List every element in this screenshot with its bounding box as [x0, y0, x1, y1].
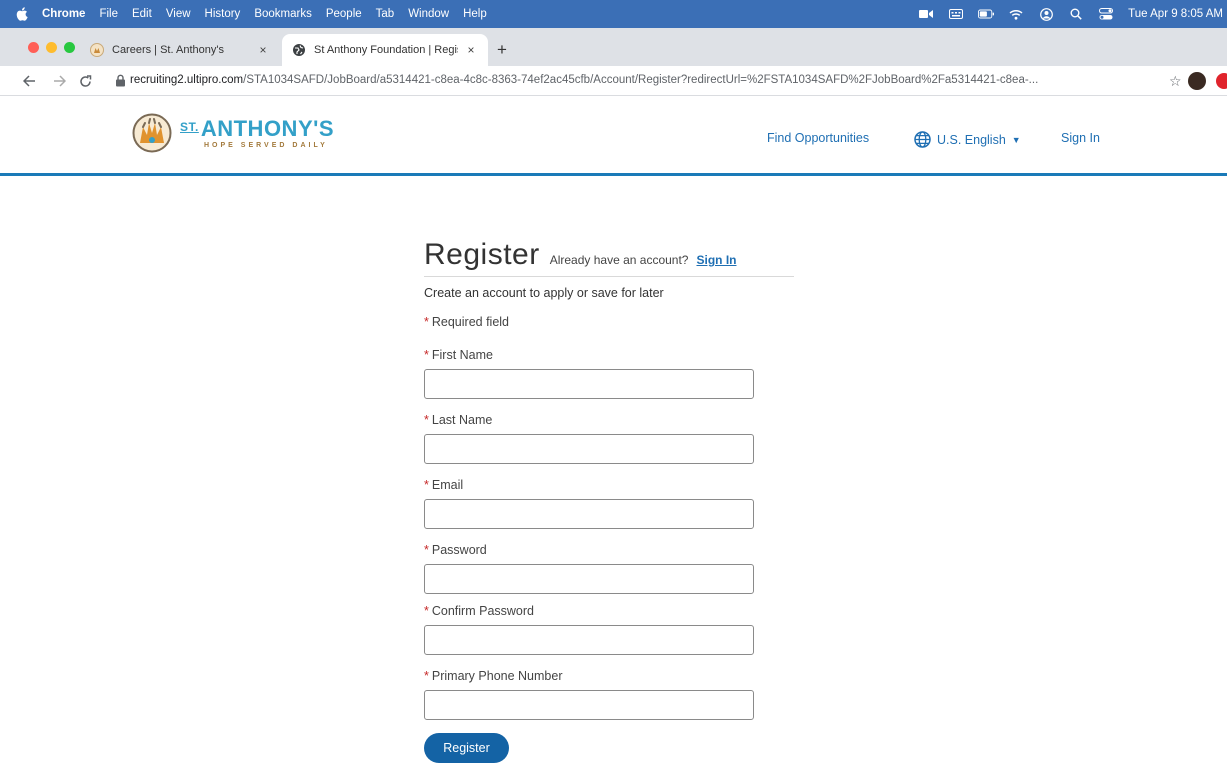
menu-people[interactable]: People: [326, 8, 362, 20]
menu-help[interactable]: Help: [463, 8, 487, 20]
confirm-password-input[interactable]: [424, 625, 754, 655]
language-selector[interactable]: U.S. English ▼: [914, 131, 1021, 148]
required-field-note: * Required field: [424, 315, 509, 329]
required-asterisk: *: [424, 348, 429, 362]
last-name-input[interactable]: [424, 434, 754, 464]
field-label-text: Email: [431, 478, 464, 492]
video-camera-icon[interactable]: [918, 6, 934, 22]
spotlight-search-icon[interactable]: [1068, 6, 1084, 22]
tab-label: Careers | St. Anthony's: [112, 44, 224, 56]
user-account-icon[interactable]: [1038, 6, 1054, 22]
menubar-clock[interactable]: Tue Apr 9 8:05 AM: [1128, 8, 1223, 20]
first-name-label: * First Name: [424, 348, 493, 362]
required-asterisk: *: [424, 669, 429, 683]
field-label-text: Password: [431, 543, 487, 557]
bookmark-star-icon[interactable]: ☆: [1169, 73, 1182, 90]
language-label: U.S. English: [937, 132, 1006, 147]
email-input[interactable]: [424, 499, 754, 529]
sign-in-link[interactable]: Sign In: [696, 253, 736, 267]
reload-icon[interactable]: [78, 74, 92, 88]
field-label-text: Confirm Password: [431, 604, 534, 618]
menu-tab[interactable]: Tab: [376, 8, 395, 20]
url-path: /STA1034SAFD/JobBoard/a5314421-c8ea-4c8c…: [243, 74, 1039, 86]
logo-name: ANTHONY'S: [200, 115, 335, 141]
form-subtitle: Create an account to apply or save for l…: [424, 286, 664, 300]
nav-find-opportunities[interactable]: Find Opportunities: [767, 131, 869, 145]
menu-history[interactable]: History: [205, 8, 241, 20]
globe-favicon-icon: [292, 43, 306, 57]
new-tab-button[interactable]: +: [497, 40, 507, 60]
menu-file[interactable]: File: [99, 8, 118, 20]
confirm-password-label: * Confirm Password: [424, 604, 534, 618]
primary-phone-input[interactable]: [424, 690, 754, 720]
tab-register[interactable]: St Anthony Foundation | Regist ×: [282, 34, 488, 66]
nav-sign-in[interactable]: Sign In: [1061, 131, 1100, 145]
window-minimize-button[interactable]: [46, 42, 57, 53]
st-anthonys-logo[interactable]: ST. ANTHONY'S HOPE SERVED DAILY: [132, 113, 334, 153]
logo-st: ST.: [180, 119, 199, 134]
already-account-text: Already have an account?: [549, 253, 689, 267]
tab-label: St Anthony Foundation | Regist: [314, 44, 458, 56]
field-label-text: Primary Phone Number: [431, 669, 563, 683]
menu-view[interactable]: View: [166, 8, 191, 20]
extension-icon[interactable]: [1216, 73, 1227, 89]
tab-careers[interactable]: Careers | St. Anthony's ×: [80, 34, 280, 66]
menu-edit[interactable]: Edit: [132, 8, 152, 20]
forward-arrow-icon[interactable]: [52, 74, 66, 88]
required-asterisk: *: [424, 543, 429, 557]
email-label: * Email: [424, 478, 463, 492]
site-header: ST. ANTHONY'S HOPE SERVED DAILY Find Opp…: [0, 96, 1227, 176]
register-button[interactable]: Register: [424, 733, 509, 763]
field-label-text: First Name: [431, 348, 493, 362]
apple-icon[interactable]: [16, 7, 30, 21]
lock-icon[interactable]: [115, 74, 127, 88]
menu-chrome[interactable]: Chrome: [42, 8, 85, 20]
browser-tab-bar: Careers | St. Anthony's × St Anthony Fou…: [0, 28, 1227, 66]
logo-emblem-icon: [132, 113, 172, 153]
register-form: Register Already have an account? Sign I…: [424, 238, 794, 763]
back-arrow-icon[interactable]: [22, 74, 36, 88]
page-title: Register: [424, 238, 540, 271]
battery-icon[interactable]: [978, 6, 995, 22]
field-label-text: Last Name: [431, 413, 493, 427]
menu-window[interactable]: Window: [408, 8, 449, 20]
phone-label: * Primary Phone Number: [424, 669, 562, 683]
menubar-status-area: Tue Apr 9 8:05 AM: [918, 0, 1227, 28]
profile-avatar[interactable]: [1188, 72, 1206, 90]
wifi-icon[interactable]: [1008, 6, 1024, 22]
password-label: * Password: [424, 543, 487, 557]
last-name-label: * Last Name: [424, 413, 492, 427]
menu-bookmarks[interactable]: Bookmarks: [254, 8, 312, 20]
tab-close-icon[interactable]: ×: [464, 43, 478, 57]
tab-close-icon[interactable]: ×: [256, 43, 270, 57]
globe-icon: [914, 131, 931, 148]
macos-menubar: Chrome File Edit View History Bookmarks …: [0, 0, 1227, 28]
form-header: Register Already have an account? Sign I…: [424, 238, 794, 277]
logo-wordmark: ST. ANTHONY'S: [180, 115, 335, 141]
address-bar-url[interactable]: recruiting2.ultipro.com/STA1034SAFD/JobB…: [130, 74, 1160, 86]
window-close-button[interactable]: [28, 42, 39, 53]
required-note-text: Required field: [431, 315, 510, 329]
url-host: recruiting2.ultipro.com: [130, 74, 244, 86]
required-asterisk: *: [424, 413, 429, 427]
logo-tagline: HOPE SERVED DAILY: [204, 141, 328, 149]
required-asterisk: *: [424, 478, 429, 492]
st-anthonys-favicon: [90, 43, 104, 57]
keyboard-icon[interactable]: [948, 6, 964, 22]
required-asterisk: *: [424, 315, 429, 329]
chevron-down-icon: ▼: [1011, 134, 1021, 145]
control-center-icon[interactable]: [1098, 6, 1114, 22]
logo-text: ST. ANTHONY'S HOPE SERVED DAILY: [180, 115, 335, 149]
browser-toolbar: recruiting2.ultipro.com/STA1034SAFD/JobB…: [0, 66, 1227, 96]
password-input[interactable]: [424, 564, 754, 594]
required-asterisk: *: [424, 604, 429, 618]
window-zoom-button[interactable]: [64, 42, 75, 53]
first-name-input[interactable]: [424, 369, 754, 399]
